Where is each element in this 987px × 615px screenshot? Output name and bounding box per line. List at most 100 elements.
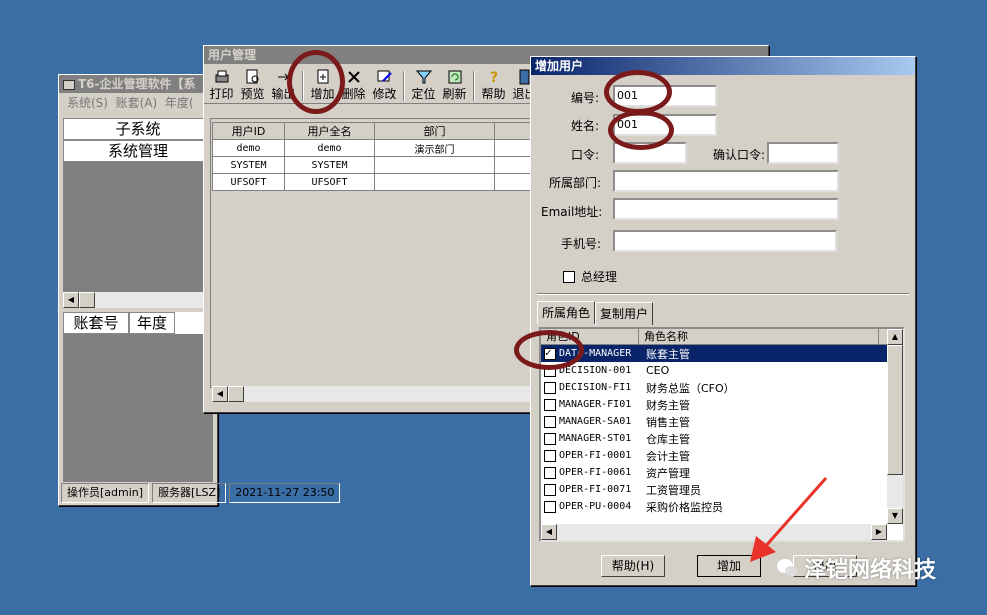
role-checkbox-icon[interactable] — [544, 500, 556, 513]
role-checkbox-icon[interactable] — [544, 483, 556, 496]
role-id-cell: OPER-FI-0001 — [541, 449, 639, 462]
general-manager-checkbox[interactable]: 总经理 — [563, 268, 617, 285]
refresh-icon — [448, 70, 461, 84]
role-id-text: OPER-FI-0001 — [559, 450, 632, 461]
help-button[interactable]: ? 帮助 — [478, 69, 509, 101]
role-checkbox-icon[interactable] — [544, 415, 556, 428]
role-id-cell: MANAGER-ST01 — [541, 432, 639, 445]
department-input[interactable] — [613, 170, 839, 192]
role-id-cell: OPER-PU-0004 — [541, 500, 639, 513]
list-item[interactable]: MANAGER-FI01 财务主管 — [541, 396, 903, 413]
role-id-text: DECISION-FI1 — [559, 382, 632, 393]
list-item[interactable]: DECISION-001 CEO — [541, 362, 903, 379]
user-dept-cell: 演示部门 — [374, 139, 495, 157]
checkbox-icon[interactable] — [563, 270, 575, 283]
scroll-up-icon[interactable]: ▲ — [887, 329, 903, 345]
subsystem-header: 子系统 — [63, 118, 213, 140]
column-user-id[interactable]: 用户ID — [212, 122, 285, 140]
user-table: 用户ID 用户全名 部门 demo demo 演示部门 SYSTEM SYSTE… — [212, 122, 531, 191]
table-row[interactable]: demo demo 演示部门 — [212, 139, 531, 157]
edit-button[interactable]: 修改 — [369, 69, 400, 101]
help-icon: ? — [490, 70, 498, 85]
role-checkbox-icon[interactable] — [544, 432, 556, 445]
menu-system[interactable]: 系统(S) — [67, 96, 108, 110]
role-rows: DATA-MANAGER账套主管DECISION-001CEODECISION-… — [541, 345, 903, 515]
annotation-circle — [514, 330, 584, 370]
user-dept-cell — [374, 156, 495, 174]
locate-button[interactable]: 定位 — [408, 69, 439, 101]
role-name-cell: 采购价格监控员 — [646, 500, 723, 514]
scroll-left-icon[interactable]: ◀ — [63, 292, 79, 308]
main-window: T6-企业管理软件【系 系统(S) 账套(A) 年度( 子系统 系统管理 ◀ 账… — [58, 74, 341, 506]
menu-year[interactable]: 年度( — [165, 96, 194, 110]
subsystem-row[interactable]: 系统管理 — [63, 140, 213, 162]
table-row[interactable]: UFSOFT UFSOFT — [212, 173, 531, 191]
role-checkbox-icon[interactable] — [544, 381, 556, 394]
role-name-cell: 账套主管 — [646, 347, 690, 361]
list-item[interactable]: OPER-FI-0071 工资管理员 — [541, 481, 903, 498]
column-user-fullname[interactable]: 用户全名 — [284, 122, 375, 140]
list-item[interactable]: DECISION-FI1 财务总监（CFO） — [541, 379, 903, 396]
role-id-text: MANAGER-FI01 — [559, 399, 632, 410]
id-label: 编号: — [571, 91, 600, 105]
list-item[interactable]: MANAGER-ST01 仓库主管 — [541, 430, 903, 447]
list-item[interactable]: OPER-FI-0061 资产管理 — [541, 464, 903, 481]
printer-icon — [215, 70, 228, 83]
scroll-thumb[interactable] — [228, 386, 244, 402]
annotation-circle — [608, 110, 674, 150]
column-role-name[interactable]: 角色名称 — [639, 329, 879, 344]
user-list-hscroll[interactable]: ◀ — [212, 386, 530, 402]
menu-account[interactable]: 账套(A) — [116, 96, 158, 110]
help-button[interactable]: 帮助(H) — [601, 555, 665, 577]
column-extra — [494, 122, 531, 140]
table-row[interactable]: SYSTEM SYSTEM — [212, 156, 531, 174]
role-checkbox-icon[interactable] — [544, 449, 556, 462]
toolbar-separator — [473, 71, 475, 101]
annotation-circle — [287, 50, 345, 114]
edit-icon — [377, 70, 392, 82]
role-name-cell: 财务主管 — [646, 398, 690, 412]
preview-button[interactable]: 预览 — [237, 69, 268, 101]
role-checkbox-icon[interactable] — [544, 398, 556, 411]
separator-line — [537, 293, 909, 295]
role-id-text: DECISION-001 — [559, 365, 632, 376]
watermark-text: 泽铠网络科技 — [804, 558, 937, 583]
print-button[interactable]: 打印 — [206, 69, 237, 101]
name-label: 姓名: — [571, 119, 600, 133]
user-dept-cell — [374, 173, 495, 191]
list-item[interactable]: DATA-MANAGER账套主管 — [541, 345, 903, 362]
list-item[interactable]: MANAGER-SA01 销售主管 — [541, 413, 903, 430]
phone-input[interactable] — [613, 230, 837, 252]
user-fullname-cell: UFSOFT — [284, 173, 375, 191]
role-id-text: MANAGER-SA01 — [559, 416, 632, 427]
user-id-cell: SYSTEM — [212, 156, 285, 174]
scroll-left-icon[interactable]: ◀ — [212, 386, 228, 402]
dialog-tabs: 所属角色 复制用户 — [537, 301, 654, 325]
watermark: 泽铠网络科技 — [776, 552, 936, 584]
subsystem-hscroll[interactable]: ◀ — [63, 292, 213, 308]
tab-roles[interactable]: 所属角色 — [537, 301, 596, 324]
account-no-header: 账套号 — [63, 312, 129, 334]
confirm-password-input[interactable] — [767, 142, 839, 164]
confirm-password-label: 确认口令: — [713, 148, 766, 162]
email-input[interactable] — [613, 198, 839, 220]
role-checkbox-icon[interactable] — [544, 466, 556, 479]
column-department[interactable]: 部门 — [374, 122, 495, 140]
user-fullname-cell: SYSTEM — [284, 156, 375, 174]
refresh-button[interactable]: 刷新 — [439, 69, 470, 101]
general-manager-label: 总经理 — [581, 270, 618, 284]
scroll-thumb[interactable] — [887, 345, 903, 475]
list-item[interactable]: OPER-PU-0004 采购价格监控员 — [541, 498, 903, 515]
list-item[interactable]: OPER-FI-0001 会计主管 — [541, 447, 903, 464]
scroll-left-icon[interactable]: ◀ — [541, 524, 557, 540]
annotation-circle — [604, 70, 672, 114]
scroll-down-icon[interactable]: ▼ — [887, 508, 903, 524]
scroll-right-icon[interactable]: ▶ — [871, 524, 887, 540]
tab-copy-user[interactable]: 复制用户 — [595, 302, 654, 325]
scroll-thumb[interactable] — [79, 292, 95, 308]
add-user-dialog: 增加用户 编号: 001 姓名: 001 口令: 确认口令: 所属部门: Ema… — [530, 56, 916, 586]
role-list-vscroll[interactable]: ▲ ▼ — [887, 329, 903, 524]
status-bar: 操作员[admin] 服务器[LSZ] 2021-11-27 23:50 — [61, 483, 341, 503]
user-id-cell: demo — [212, 139, 285, 157]
role-list: 角色ID 角色名称 DATA-MANAGER账套主管 DECISION-001 CE… — [539, 327, 905, 542]
